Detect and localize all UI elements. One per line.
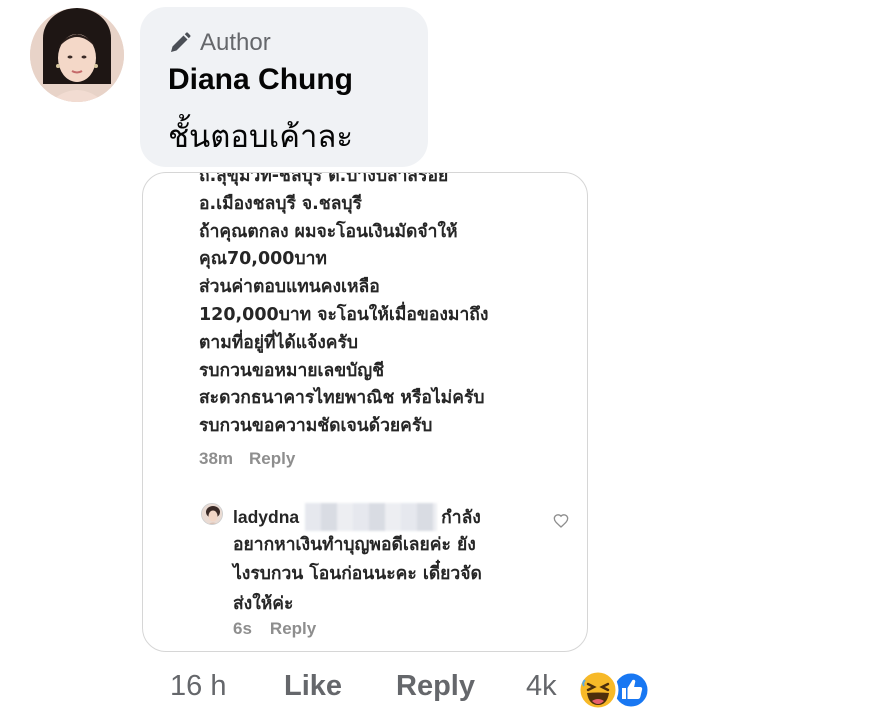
reply-body: ladydna กำลัง อยากหาเงินทำบุญพอดีเลยค่ะ ย… <box>233 503 482 621</box>
reaction-count[interactable]: 4k <box>526 670 557 703</box>
heart-icon[interactable] <box>553 513 569 529</box>
pencil-icon <box>171 32 191 52</box>
attached-screenshot[interactable]: ถ.สุขุมวิท-ชลบุรี ต.บางปลาสร้อย อ.เมืองช… <box>142 172 588 652</box>
haha-reaction-icon <box>577 669 619 711</box>
message-line: ส่วนค่าตอบแทนคงเหลือ <box>199 277 380 298</box>
message-time: 38m <box>199 449 234 468</box>
reply-button[interactable]: Reply <box>396 670 475 703</box>
message-line: ถ้าคุณตกลง ผมจะโอนเงินมัดจำให้ <box>199 221 458 242</box>
commenter-name[interactable]: Diana Chung <box>168 63 353 97</box>
reply-first-line: ladydna กำลัง <box>233 503 482 533</box>
message-line: ถ.สุขุมวิท-ชลบุรี ต.บางปลาสร้อย <box>199 172 449 186</box>
comment-bubble: Author Diana Chung ชั้นตอบเค้าละ <box>140 7 428 167</box>
message-meta: 38m Reply <box>199 449 295 469</box>
message-line: ตามที่อยู่ที่ได้แจ้งครับ <box>199 332 359 353</box>
message-line: 120,000บาท จะโอนให้เมื่อของมาถึง <box>199 304 489 325</box>
reply-meta: 6s Reply <box>233 619 316 639</box>
reply-line: ไงรบกวน โอนก่อนนะคะ เดี๋ยวจัด <box>233 564 482 584</box>
comment-timestamp[interactable]: 16 h <box>170 670 226 703</box>
reply-reply-link[interactable]: Reply <box>270 619 316 639</box>
reply-line-tail: กำลัง <box>441 508 481 528</box>
reactions-summary[interactable] <box>576 668 656 712</box>
like-button[interactable]: Like <box>284 670 342 703</box>
reply-time: 6s <box>233 619 252 638</box>
redacted-name <box>305 503 438 531</box>
reply-line: ส่งให้ค่ะ <box>233 593 294 614</box>
message-reply-link[interactable]: Reply <box>249 449 295 469</box>
message-line: รบกวนขอความชัดเจนด้วยครับ <box>199 416 433 437</box>
message-line: อ.เมืองชลบุรี จ.ชลบุรี <box>199 193 362 214</box>
reply-avatar-photo <box>202 504 222 524</box>
message-line: สะดวกธนาคารไทยพาณิช หรือไม่ครับ <box>199 388 485 409</box>
message-body: ถ.สุขุมวิท-ชลบุรี ต.บางปลาสร้อย อ.เมืองช… <box>199 172 489 441</box>
reply-line: อยากหาเงินทำบุญพอดีเลยค่ะ ยัง <box>233 534 476 555</box>
message-line: รบกวนขอหมายเลขบัญชี <box>199 360 385 381</box>
comment-text: ชั้นตอบเค้าละ <box>168 119 354 155</box>
author-badge: Author <box>168 27 271 59</box>
avatar-photo <box>30 8 124 102</box>
reply-avatar[interactable] <box>201 503 223 525</box>
message-line: คุณ70,000บาท <box>199 249 327 270</box>
reply-username[interactable]: ladydna <box>233 507 299 527</box>
commenter-avatar[interactable] <box>30 8 124 102</box>
author-badge-label: Author <box>200 29 271 56</box>
